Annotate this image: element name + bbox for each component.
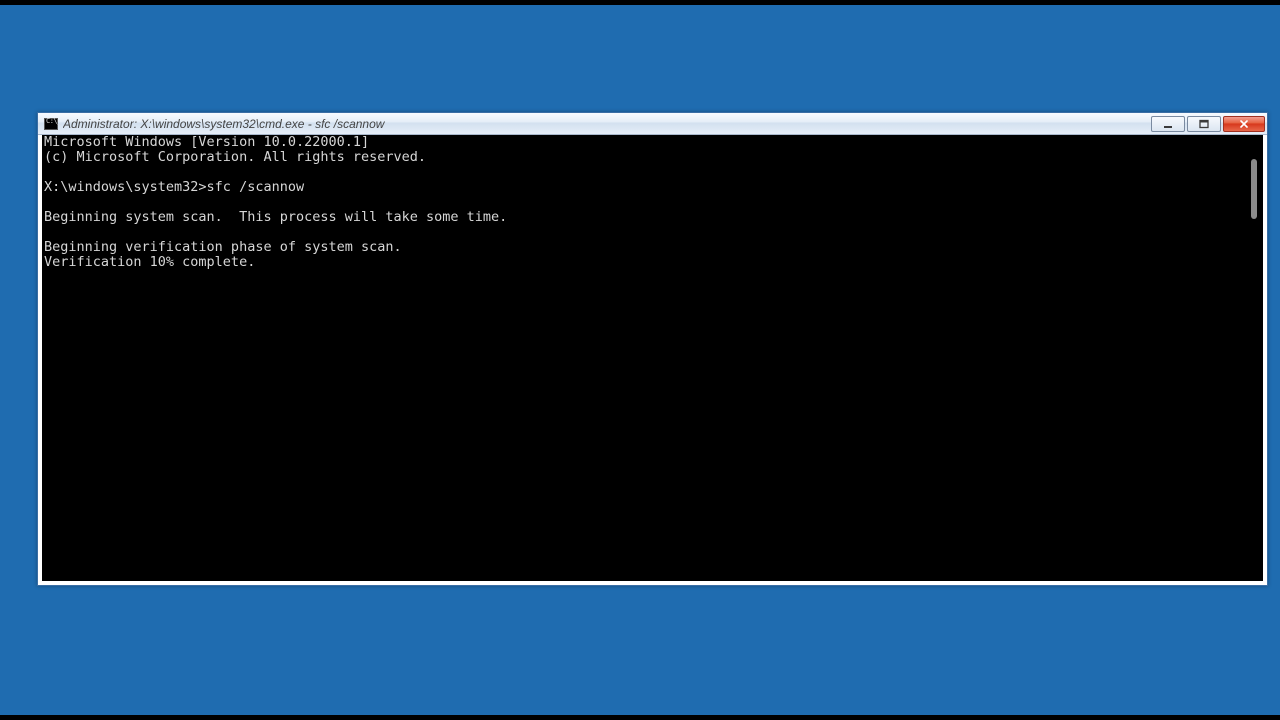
close-icon — [1238, 119, 1250, 129]
terminal-line: (c) Microsoft Corporation. All rights re… — [44, 149, 426, 165]
terminal-line: Microsoft Windows [Version 10.0.22000.1] — [44, 135, 369, 150]
cmd-window: Administrator: X:\windows\system32\cmd.e… — [37, 112, 1268, 586]
cmd-sysmenu-icon[interactable] — [44, 118, 58, 130]
terminal-output: Microsoft Windows [Version 10.0.22000.1]… — [42, 135, 1263, 581]
minimize-button[interactable] — [1151, 116, 1185, 132]
desktop-background: Administrator: X:\windows\system32\cmd.e… — [0, 5, 1280, 715]
terminal-line: Verification 10% complete. — [44, 254, 255, 270]
window-control-buttons — [1151, 113, 1265, 134]
close-button[interactable] — [1223, 116, 1265, 132]
maximize-icon — [1198, 119, 1210, 129]
terminal-line: Beginning verification phase of system s… — [44, 239, 402, 255]
minimize-icon — [1162, 119, 1174, 129]
window-title: Administrator: X:\windows\system32\cmd.e… — [63, 117, 1151, 131]
maximize-button[interactable] — [1187, 116, 1221, 132]
terminal-line: Beginning system scan. This process will… — [44, 209, 507, 225]
scrollbar-thumb[interactable] — [1251, 159, 1257, 219]
terminal-client-area[interactable]: Microsoft Windows [Version 10.0.22000.1]… — [42, 135, 1263, 581]
window-titlebar[interactable]: Administrator: X:\windows\system32\cmd.e… — [38, 113, 1267, 135]
terminal-prompt-line: X:\windows\system32>sfc /scannow — [44, 179, 304, 195]
